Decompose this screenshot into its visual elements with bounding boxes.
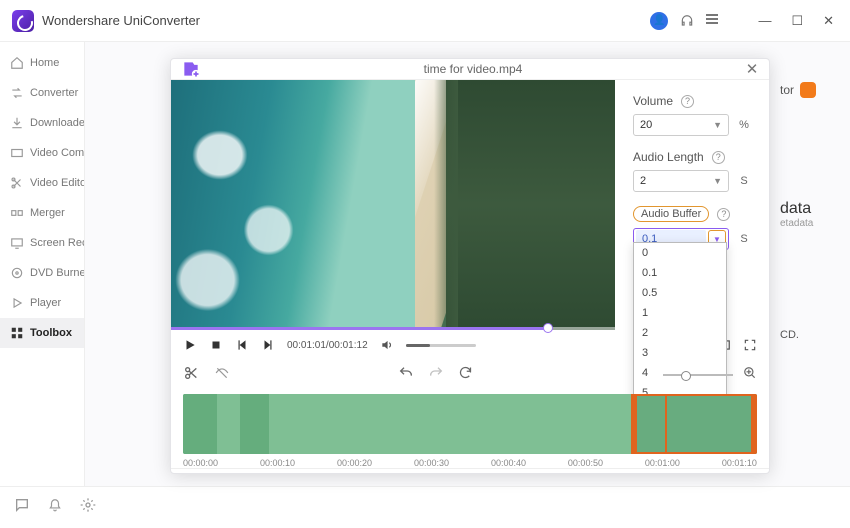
sidebar-item-home[interactable]: Home: [0, 48, 84, 78]
add-media-button[interactable]: [171, 59, 211, 79]
title-bar: Wondershare UniConverter 👤 — ☐ ✕: [0, 0, 850, 42]
app-canvas: tor data etadata CD. time for video.mp4 …: [85, 42, 850, 486]
prev-icon[interactable]: [235, 338, 249, 352]
timeline-selection[interactable]: [631, 394, 757, 454]
app-logo-icon: [12, 10, 34, 32]
fullscreen-icon[interactable]: [743, 338, 757, 352]
sidebar-item-recorder[interactable]: Screen Recorder: [0, 228, 84, 258]
help-icon[interactable]: ?: [712, 151, 725, 164]
audio-length-select[interactable]: 2▼: [633, 170, 729, 192]
params-panel: Volume? 20▼ % Audio Length? 2▼ S Audio B…: [615, 80, 769, 330]
cut-icon[interactable]: [183, 365, 199, 386]
sidebar-item-label: Video Editor: [30, 177, 84, 189]
video-preview[interactable]: [171, 80, 615, 330]
play-icon[interactable]: [183, 338, 197, 352]
sidebar: Home Converter Downloader Video Compress…: [0, 42, 85, 486]
status-bar: [0, 486, 850, 528]
hide-icon[interactable]: [213, 366, 231, 385]
sidebar-item-label: Toolbox: [30, 327, 72, 339]
timeline-ruler: 00:00:0000:00:1000:00:2000:00:3000:00:40…: [183, 458, 757, 468]
volume-slider[interactable]: [406, 344, 476, 347]
sidebar-item-converter[interactable]: Converter: [0, 78, 84, 108]
minimize-icon[interactable]: —: [754, 13, 775, 28]
sidebar-item-editor[interactable]: Video Editor: [0, 168, 84, 198]
sidebar-item-label: DVD Burner: [30, 267, 84, 279]
volume-select[interactable]: 20▼: [633, 114, 729, 136]
editor-modal: time for video.mp4 ✕: [170, 58, 770, 474]
notifications-icon[interactable]: [48, 497, 62, 518]
preview-frame: [171, 80, 615, 330]
time-readout: 00:01:01/00:01:12: [287, 340, 368, 351]
dropdown-option[interactable]: 0: [634, 243, 726, 263]
sidebar-item-label: Player: [30, 297, 61, 309]
volume-icon[interactable]: [380, 338, 394, 352]
help-icon[interactable]: ?: [717, 208, 730, 221]
audio-buffer-dropdown: 0 0.1 0.5 1 2 3 4 5: [633, 242, 727, 404]
sidebar-item-toolbox[interactable]: Toolbox: [0, 318, 84, 348]
progress-track[interactable]: [171, 327, 615, 330]
dropdown-option[interactable]: 2: [634, 323, 726, 343]
modal-title: time for video.mp4: [211, 62, 735, 76]
close-icon[interactable]: ✕: [735, 60, 769, 78]
dropdown-option[interactable]: 4: [634, 363, 726, 383]
dropdown-option[interactable]: 3: [634, 343, 726, 363]
audio-length-unit: S: [737, 175, 751, 187]
volume-unit: %: [737, 119, 751, 131]
support-icon[interactable]: [680, 14, 694, 28]
stop-icon[interactable]: [209, 338, 223, 352]
dropdown-option[interactable]: 0.1: [634, 263, 726, 283]
timeline-playhead[interactable]: [665, 394, 667, 454]
dropdown-option[interactable]: 0.5: [634, 283, 726, 303]
sidebar-item-label: Screen Recorder: [30, 237, 84, 249]
refresh-icon[interactable]: [458, 365, 473, 386]
zoom-in-icon[interactable]: [743, 366, 757, 385]
maximize-icon[interactable]: ☐: [787, 13, 807, 29]
next-icon[interactable]: [261, 338, 275, 352]
account-icon[interactable]: 👤: [650, 12, 668, 30]
zoom-slider[interactable]: [663, 374, 733, 376]
sidebar-item-player[interactable]: Player: [0, 288, 84, 318]
audio-length-label: Audio Length: [633, 150, 704, 164]
feedback-icon[interactable]: [14, 497, 30, 518]
undo-icon[interactable]: [398, 365, 414, 386]
sidebar-item-dvd[interactable]: DVD Burner: [0, 258, 84, 288]
volume-label: Volume: [633, 94, 673, 108]
menu-icon[interactable]: [706, 14, 720, 28]
help-icon[interactable]: ?: [681, 95, 694, 108]
sidebar-item-label: Home: [30, 57, 59, 69]
timeline[interactable]: [183, 394, 757, 454]
redo-icon[interactable]: [428, 365, 444, 386]
app-title: Wondershare UniConverter: [42, 13, 200, 28]
sidebar-item-label: Video Compressor: [30, 147, 84, 159]
audio-buffer-unit: S: [737, 233, 751, 245]
background-peek: tor data etadata CD.: [780, 82, 850, 341]
settings-icon[interactable]: [80, 497, 96, 518]
badge-icon: [800, 82, 816, 98]
sidebar-item-label: Merger: [30, 207, 65, 219]
sidebar-item-label: Converter: [30, 87, 78, 99]
sidebar-item-compressor[interactable]: Video Compressor: [0, 138, 84, 168]
modal-footer: File Location: E:\Wondershare UniConvert…: [171, 468, 769, 474]
audio-buffer-label: Audio Buffer: [633, 206, 709, 222]
sidebar-item-downloader[interactable]: Downloader: [0, 108, 84, 138]
sidebar-item-label: Downloader: [30, 117, 84, 129]
sidebar-item-merger[interactable]: Merger: [0, 198, 84, 228]
close-window-icon[interactable]: ✕: [819, 13, 838, 29]
dropdown-option[interactable]: 1: [634, 303, 726, 323]
